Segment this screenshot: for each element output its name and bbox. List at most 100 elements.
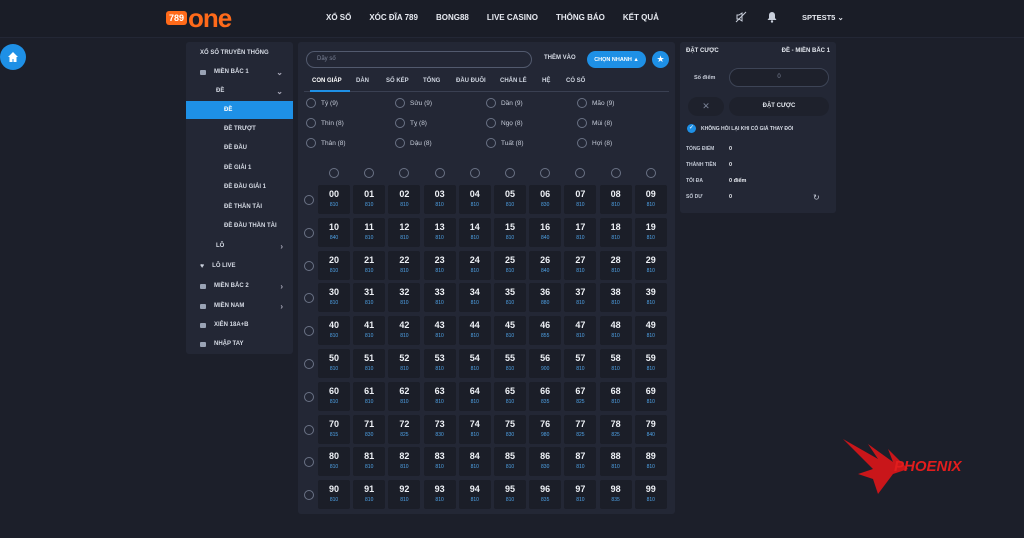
number-cell[interactable]: 01 810: [353, 185, 386, 214]
refresh-icon[interactable]: ↻: [813, 193, 820, 202]
number-cell[interactable]: 92 810: [388, 480, 421, 510]
number-cell[interactable]: 89 810: [634, 447, 667, 477]
number-cell[interactable]: 96 835: [529, 480, 562, 510]
zodiac-option[interactable]: Tỵ (8): [395, 118, 427, 128]
zodiac-option[interactable]: Thìn (8): [306, 118, 344, 128]
number-cell[interactable]: 52 810: [388, 349, 421, 378]
sidebar-item-nhap-tay[interactable]: NHẬP TAY: [186, 335, 293, 353]
no-ask-checkbox[interactable]: ✓: [687, 124, 696, 133]
zodiac-option[interactable]: Sửu (9): [395, 98, 432, 108]
zodiac-option[interactable]: Mão (9): [577, 98, 614, 108]
points-input[interactable]: 0: [729, 68, 829, 87]
sidebar-item-lo[interactable]: LÔ ›: [186, 237, 293, 255]
number-cell[interactable]: 74 810: [458, 414, 491, 444]
number-cell[interactable]: 09 810: [634, 185, 667, 214]
number-cell[interactable]: 25 810: [494, 250, 526, 280]
number-cell[interactable]: 41 810: [353, 316, 386, 346]
column-select-radio[interactable]: [505, 168, 515, 178]
number-cell[interactable]: 72 825: [388, 414, 421, 444]
number-cell[interactable]: 44 810: [458, 316, 491, 346]
number-cell[interactable]: 45 810: [494, 316, 526, 346]
zodiac-option[interactable]: Tý (9): [306, 98, 338, 108]
number-cell[interactable]: 65 810: [494, 381, 526, 411]
quick-select-button[interactable]: CHỌN NHANH ▲: [587, 51, 646, 68]
row-select-radio[interactable]: [304, 391, 314, 402]
number-cell[interactable]: 22 810: [388, 250, 421, 280]
clear-button[interactable]: ✕: [688, 97, 724, 116]
place-bet-button[interactable]: ĐẶT CƯỢC: [729, 97, 829, 116]
number-cell[interactable]: 31 810: [353, 283, 386, 313]
tab-chan-le[interactable]: CHẴN LẺ: [500, 78, 527, 84]
row-select-radio[interactable]: [304, 490, 314, 501]
number-cell[interactable]: 00 810: [318, 185, 350, 214]
mute-icon[interactable]: [735, 11, 747, 26]
column-select-radio[interactable]: [610, 168, 621, 178]
nav-thong-bao[interactable]: THÔNG BÁO: [556, 13, 605, 22]
number-cell[interactable]: 71 830: [353, 414, 386, 444]
number-cell[interactable]: 63 810: [423, 381, 456, 411]
zodiac-option[interactable]: Ngọ (8): [486, 118, 523, 128]
nav-xoc-dia[interactable]: XÓC ĐĨA 789: [369, 13, 418, 22]
number-cell[interactable]: 29 810: [634, 250, 667, 280]
zodiac-option[interactable]: Thân (8): [306, 138, 346, 148]
nav-ket-qua[interactable]: KẾT QUẢ: [623, 13, 659, 22]
sidebar-item-de-than-tai[interactable]: ĐỀ THẦN TÀI: [186, 198, 293, 216]
column-select-radio[interactable]: [434, 168, 445, 178]
number-cell[interactable]: 43 810: [423, 316, 456, 346]
favorite-star-button[interactable]: ★: [652, 51, 669, 68]
sidebar-item-mien-bac-1[interactable]: MIỀN BẮC 1 ⌄: [186, 63, 293, 81]
zodiac-option[interactable]: Dậu (8): [395, 138, 432, 148]
number-cell[interactable]: 78 825: [599, 414, 632, 444]
add-button[interactable]: THÊM VÀO: [544, 55, 576, 61]
row-select-radio[interactable]: [304, 359, 314, 369]
number-cell[interactable]: 58 810: [599, 349, 632, 378]
number-cell[interactable]: 57 810: [564, 349, 597, 378]
sidebar-item-mien-bac-2[interactable]: MIỀN BẮC 2 ›: [186, 277, 293, 295]
number-cell[interactable]: 77 825: [564, 414, 597, 444]
number-cell[interactable]: 24 810: [458, 250, 491, 280]
number-cell[interactable]: 53 810: [423, 349, 456, 378]
logo[interactable]: 789 one: [166, 5, 232, 31]
tab-so-kep[interactable]: SỐ KÉP: [386, 78, 409, 84]
column-select-radio[interactable]: [540, 168, 551, 178]
sidebar-item-mien-nam[interactable]: MIỀN NAM ›: [186, 297, 293, 315]
number-cell[interactable]: 35 810: [494, 283, 526, 313]
number-cell[interactable]: 16 840: [529, 217, 562, 247]
number-cell[interactable]: 84 810: [458, 447, 491, 477]
number-cell[interactable]: 20 810: [318, 250, 350, 280]
number-cell[interactable]: 80 810: [318, 447, 350, 477]
column-select-radio[interactable]: [329, 168, 339, 178]
number-cell[interactable]: 91 810: [353, 480, 386, 510]
number-cell[interactable]: 82 810: [388, 447, 421, 477]
number-cell[interactable]: 79 840: [634, 414, 667, 444]
number-cell[interactable]: 40 810: [318, 316, 350, 346]
number-cell[interactable]: 83 810: [423, 447, 456, 477]
number-cell[interactable]: 36 880: [529, 283, 562, 313]
row-select-radio[interactable]: [304, 424, 314, 435]
number-cell[interactable]: 68 810: [599, 381, 632, 411]
sidebar-item-de-giai-1[interactable]: ĐỀ GIẢI 1: [186, 159, 293, 177]
number-cell[interactable]: 99 810: [634, 480, 667, 510]
number-cell[interactable]: 32 810: [388, 283, 421, 313]
tab-co-so[interactable]: CÓ SỐ: [566, 78, 585, 84]
zodiac-option[interactable]: Dần (9): [486, 98, 523, 108]
number-cell[interactable]: 67 825: [564, 381, 597, 411]
number-cell[interactable]: 86 830: [529, 447, 562, 477]
column-select-radio[interactable]: [364, 168, 375, 178]
username[interactable]: SPTEST5 ⌄: [802, 13, 844, 22]
sidebar-item-de-dau[interactable]: ĐỀ ĐẦU: [186, 139, 293, 157]
number-cell[interactable]: 42 810: [388, 316, 421, 346]
column-select-radio[interactable]: [399, 168, 410, 178]
row-select-radio[interactable]: [304, 260, 314, 271]
column-select-radio[interactable]: [575, 168, 586, 178]
number-cell[interactable]: 56 900: [529, 349, 562, 378]
number-cell[interactable]: 18 810: [599, 217, 632, 247]
number-cell[interactable]: 27 810: [564, 250, 597, 280]
number-cell[interactable]: 87 810: [564, 447, 597, 477]
row-select-radio[interactable]: [304, 326, 314, 337]
number-cell[interactable]: 37 810: [564, 283, 597, 313]
nav-live-casino[interactable]: LIVE CASINO: [487, 13, 538, 22]
nav-bong88[interactable]: BONG88: [436, 13, 469, 22]
sidebar-item-lo-live[interactable]: ♥ LÔ LIVE: [186, 257, 293, 275]
tab-tong[interactable]: TỔNG: [423, 78, 440, 84]
